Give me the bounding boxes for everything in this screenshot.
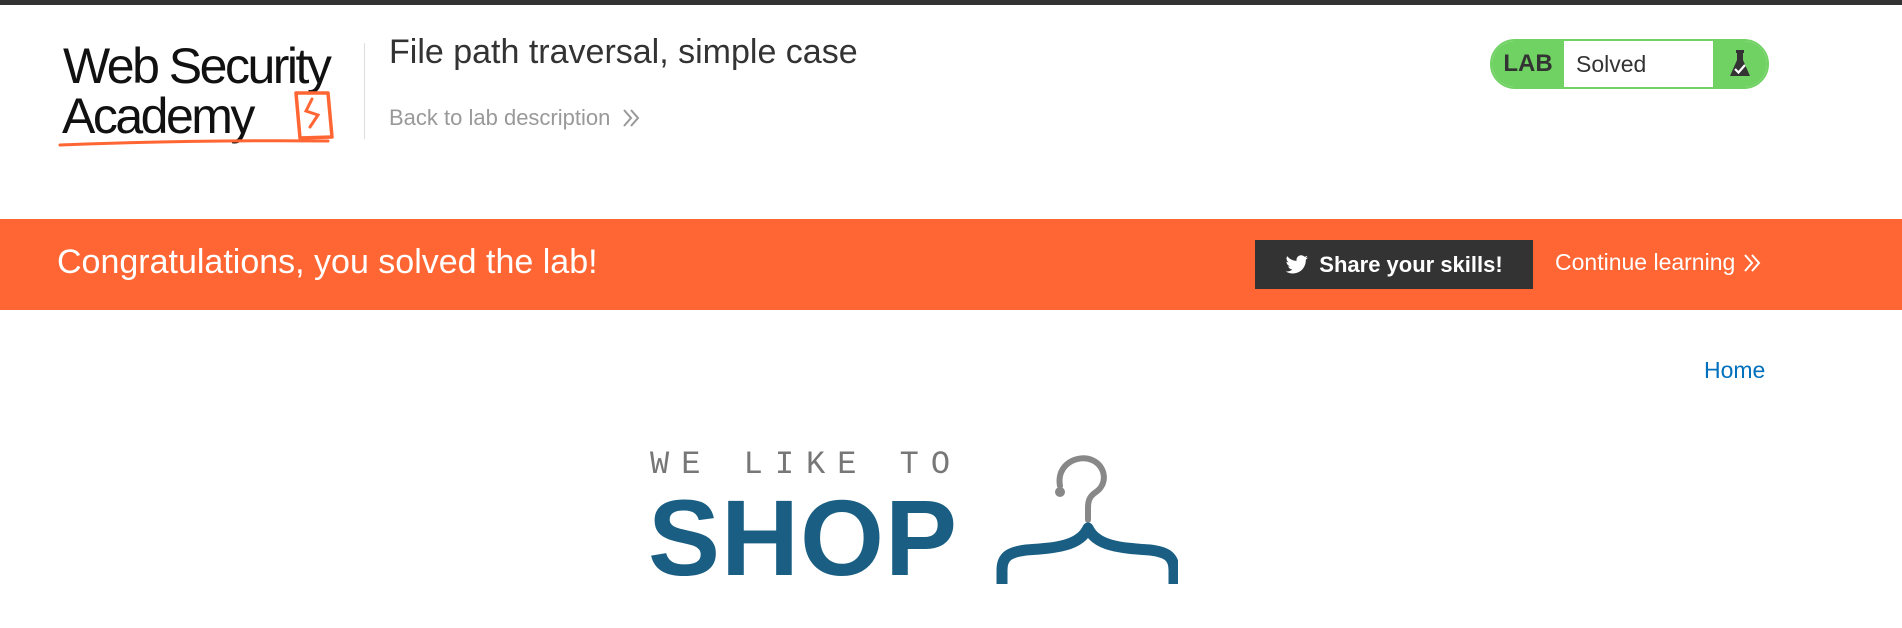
- twitter-icon: [1285, 254, 1309, 273]
- share-skills-button[interactable]: Share your skills!: [1255, 240, 1533, 289]
- lab-title: File path traversal, simple case: [389, 33, 858, 71]
- continue-learning-link[interactable]: Continue learning: [1555, 249, 1761, 276]
- logo-mark-icon: [58, 91, 334, 147]
- solved-banner: Congratulations, you solved the lab! Sha…: [0, 219, 1902, 310]
- lab-status-badge: LAB Solved: [1490, 39, 1769, 89]
- shop-logo-name: SHOP: [648, 477, 959, 598]
- double-chevron-right-icon: [623, 109, 640, 127]
- continue-learning-label: Continue learning: [1555, 249, 1736, 275]
- back-to-lab-description-link[interactable]: Back to lab description: [389, 105, 640, 131]
- web-security-academy-logo[interactable]: Web Security Academy: [58, 39, 368, 151]
- shop-logo[interactable]: WE LIKE TO SHOP: [648, 444, 1178, 594]
- flask-icon: [1713, 41, 1767, 87]
- congratulations-message: Congratulations, you solved the lab!: [57, 243, 598, 281]
- lab-status: Solved: [1576, 50, 1647, 77]
- back-link-label: Back to lab description: [389, 105, 611, 130]
- lab-header: Web Security Academy File path traversal…: [0, 5, 1902, 219]
- hanger-icon: [996, 455, 1178, 584]
- share-skills-label: Share your skills!: [1319, 251, 1503, 277]
- lab-tag: LAB: [1492, 41, 1564, 87]
- header-divider: [364, 43, 365, 139]
- home-link[interactable]: Home: [1704, 357, 1765, 384]
- double-chevron-right-icon: [1744, 253, 1761, 272]
